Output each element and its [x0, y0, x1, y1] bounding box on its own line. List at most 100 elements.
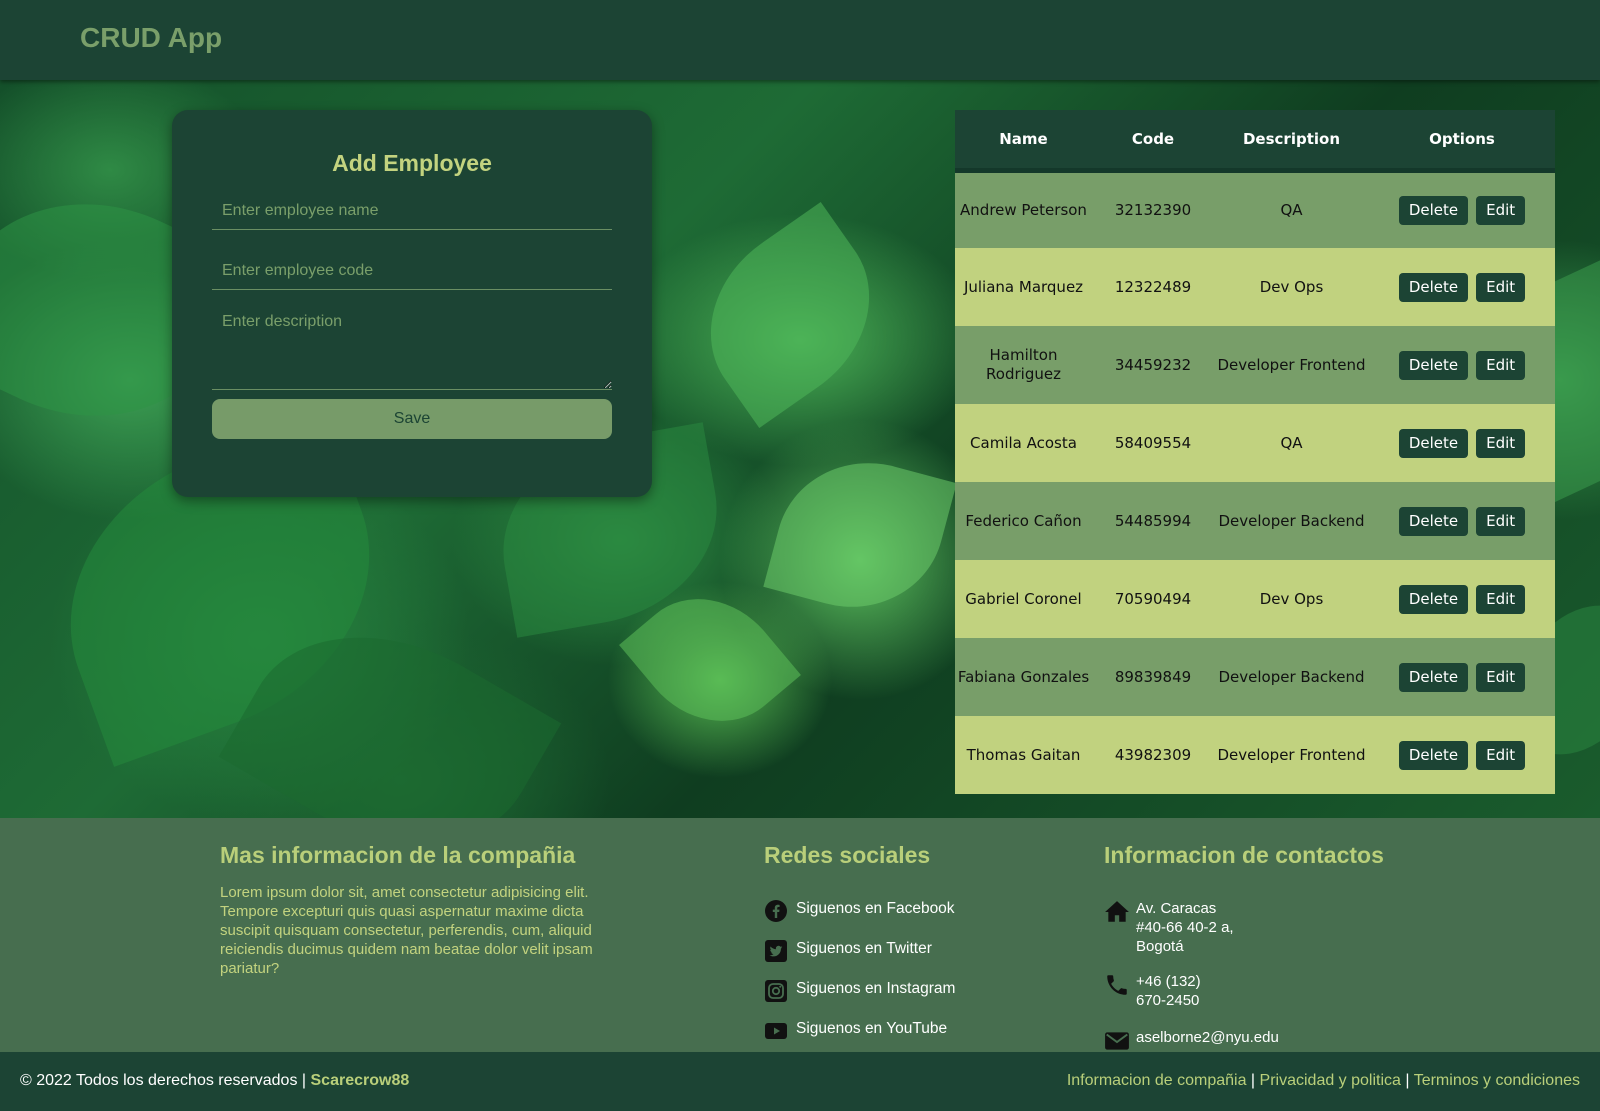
legal-links: Informacion de compañia | Privacidad y p… [1067, 1072, 1580, 1090]
social-link-twitter[interactable]: Siguenos en Twitter [764, 939, 932, 963]
contact-phone-text: +46 (132) 670-2450 [1136, 973, 1201, 1009]
link-separator: | [1405, 1072, 1410, 1089]
cell-code: 89839849 [1114, 667, 1192, 686]
edit-button[interactable]: Edit [1476, 584, 1526, 614]
edit-button[interactable]: Edit [1476, 272, 1526, 302]
link-terms[interactable]: Terminos y condiciones [1414, 1072, 1580, 1089]
facebook-icon [765, 900, 787, 922]
copyright: © 2022 Todos los derechos reservados | S… [20, 1072, 409, 1090]
contact-email[interactable]: aselborne2@nyu.edu [1104, 1028, 1279, 1054]
cell-name: Camila Acosta [970, 433, 1077, 452]
delete-button[interactable]: Delete [1398, 662, 1469, 692]
contact-phone: +46 (132) 670-2450 [1104, 972, 1216, 1010]
cell-code: 58409554 [1114, 433, 1192, 452]
contact-address: Av. Caracas #40-66 40-2 a, Bogotá [1104, 899, 1246, 956]
app-header: CRUD App [0, 0, 1600, 80]
cell-name: Juliana Marquez [963, 277, 1084, 296]
table-row: Gabriel Coronel 70590494 Dev Ops Delete E… [955, 560, 1555, 638]
column-header-code: Code [1131, 129, 1175, 148]
delete-button[interactable]: Delete [1398, 740, 1469, 770]
bottom-bar: © 2022 Todos los derechos reservados | S… [0, 1052, 1600, 1111]
delete-button[interactable]: Delete [1398, 195, 1469, 225]
edit-button[interactable]: Edit [1476, 195, 1526, 225]
cell-description: Developer Backend [1218, 511, 1365, 530]
column-header-options: Options [1429, 129, 1495, 148]
link-company-info[interactable]: Informacion de compañia [1067, 1072, 1247, 1089]
cell-name: Hamilton Rodriguez [986, 346, 1061, 383]
employee-table-container: Name Code Description Options Andrew Pet… [955, 110, 1555, 794]
cell-code: 32132390 [1114, 200, 1192, 219]
email-icon [1105, 1032, 1129, 1050]
save-button[interactable]: Save [212, 399, 612, 439]
cell-code: 12322489 [1114, 277, 1192, 296]
footer-contact-section: Informacion de contactos Av. Caracas #40… [1104, 842, 1404, 1050]
cell-name: Andrew Peterson [960, 200, 1087, 219]
edit-button[interactable]: Edit [1476, 740, 1526, 770]
cell-description: Dev Ops [1259, 589, 1324, 608]
social-label: Siguenos en Facebook [796, 900, 955, 917]
employee-name-input[interactable] [212, 192, 612, 230]
form-title: Add Employee [332, 150, 492, 176]
social-link-instagram[interactable]: Siguenos en Instagram [764, 979, 955, 1003]
cell-name: Fabiana Gonzales [957, 667, 1090, 686]
cell-name: Gabriel Coronel [965, 589, 1082, 608]
cell-options: Delete Edit [1369, 482, 1555, 560]
footer-about-section: Mas informacion de la compañia Lorem ips… [220, 842, 625, 978]
link-separator: | [1250, 1072, 1256, 1089]
social-label: Siguenos en Twitter [796, 940, 932, 957]
column-header-description: Description [1242, 129, 1341, 148]
contact-email-text: aselborne2@nyu.edu [1136, 1029, 1279, 1046]
cell-description: QA [1280, 433, 1303, 452]
social-link-facebook[interactable]: Siguenos en Facebook [764, 899, 955, 923]
cell-options: Delete Edit [1369, 638, 1555, 716]
cell-code: 34459232 [1114, 355, 1192, 374]
delete-button[interactable]: Delete [1398, 272, 1469, 302]
cell-description: QA [1280, 200, 1303, 219]
cell-options: Delete Edit [1369, 248, 1555, 326]
table-row: Fabiana Gonzales 89839849 Developer Back… [955, 638, 1555, 716]
cell-code: 43982309 [1114, 745, 1192, 764]
table-row: Hamilton Rodriguez 34459232 Developer Fr… [955, 326, 1555, 404]
home-icon [1105, 901, 1129, 922]
employee-table: Name Code Description Options Andrew Pet… [955, 110, 1555, 794]
cell-name: Federico Cañon [965, 511, 1082, 530]
edit-button[interactable]: Edit [1476, 506, 1526, 536]
youtube-icon [765, 1023, 787, 1039]
cell-description: Developer Frontend [1217, 745, 1366, 764]
edit-button[interactable]: Edit [1476, 428, 1526, 458]
author-link[interactable]: Scarecrow88 [311, 1072, 410, 1089]
social-label: Siguenos en YouTube [796, 1020, 948, 1037]
social-link-youtube[interactable]: Siguenos en YouTube [764, 1019, 947, 1043]
table-row: Thomas Gaitan 43982309 Developer Fronten… [955, 716, 1555, 794]
delete-button[interactable]: Delete [1398, 350, 1469, 380]
cell-description: Developer Backend [1218, 667, 1365, 686]
edit-button[interactable]: Edit [1476, 662, 1526, 692]
table-row: Camila Acosta 58409554 QA Delete Edit [955, 404, 1555, 482]
footer-social-section: Redes sociales Siguenos en Facebook Sigu… [764, 842, 1064, 1042]
footer-contact-title: Informacion de contactos [1104, 842, 1384, 868]
cell-description: Developer Frontend [1217, 355, 1366, 374]
cell-options: Delete Edit [1369, 326, 1555, 404]
footer-about-title: Mas informacion de la compañia [220, 842, 576, 868]
cell-code: 54485994 [1114, 511, 1192, 530]
delete-button[interactable]: Delete [1398, 584, 1469, 614]
cell-options: Delete Edit [1369, 404, 1555, 482]
link-privacy[interactable]: Privacidad y politica [1260, 1072, 1401, 1089]
cell-options: Delete Edit [1369, 560, 1555, 638]
delete-button[interactable]: Delete [1398, 506, 1469, 536]
add-employee-form: Add Employee Save [172, 110, 652, 497]
cell-options: Delete Edit [1369, 170, 1555, 248]
table-row: Juliana Marquez 12322489 Dev Ops Delete E… [955, 248, 1555, 326]
instagram-icon [765, 980, 787, 1002]
footer-social-title: Redes sociales [764, 842, 931, 868]
edit-button[interactable]: Edit [1476, 350, 1526, 380]
employee-code-input[interactable] [212, 252, 612, 290]
app-brand[interactable]: CRUD App [80, 22, 222, 54]
site-footer: Mas informacion de la compañia Lorem ips… [0, 818, 1600, 1052]
table-row: Federico Cañon 54485994 Developer Backen… [955, 482, 1555, 560]
table-row: Andrew Peterson 32132390 QA Delete Edit [955, 170, 1555, 248]
footer-about-text: Lorem ipsum dolor sit, amet consectetur … [220, 884, 593, 977]
employee-description-input[interactable] [212, 303, 612, 390]
copyright-text: © 2022 Todos los derechos reservados | [20, 1072, 307, 1089]
delete-button[interactable]: Delete [1398, 428, 1469, 458]
